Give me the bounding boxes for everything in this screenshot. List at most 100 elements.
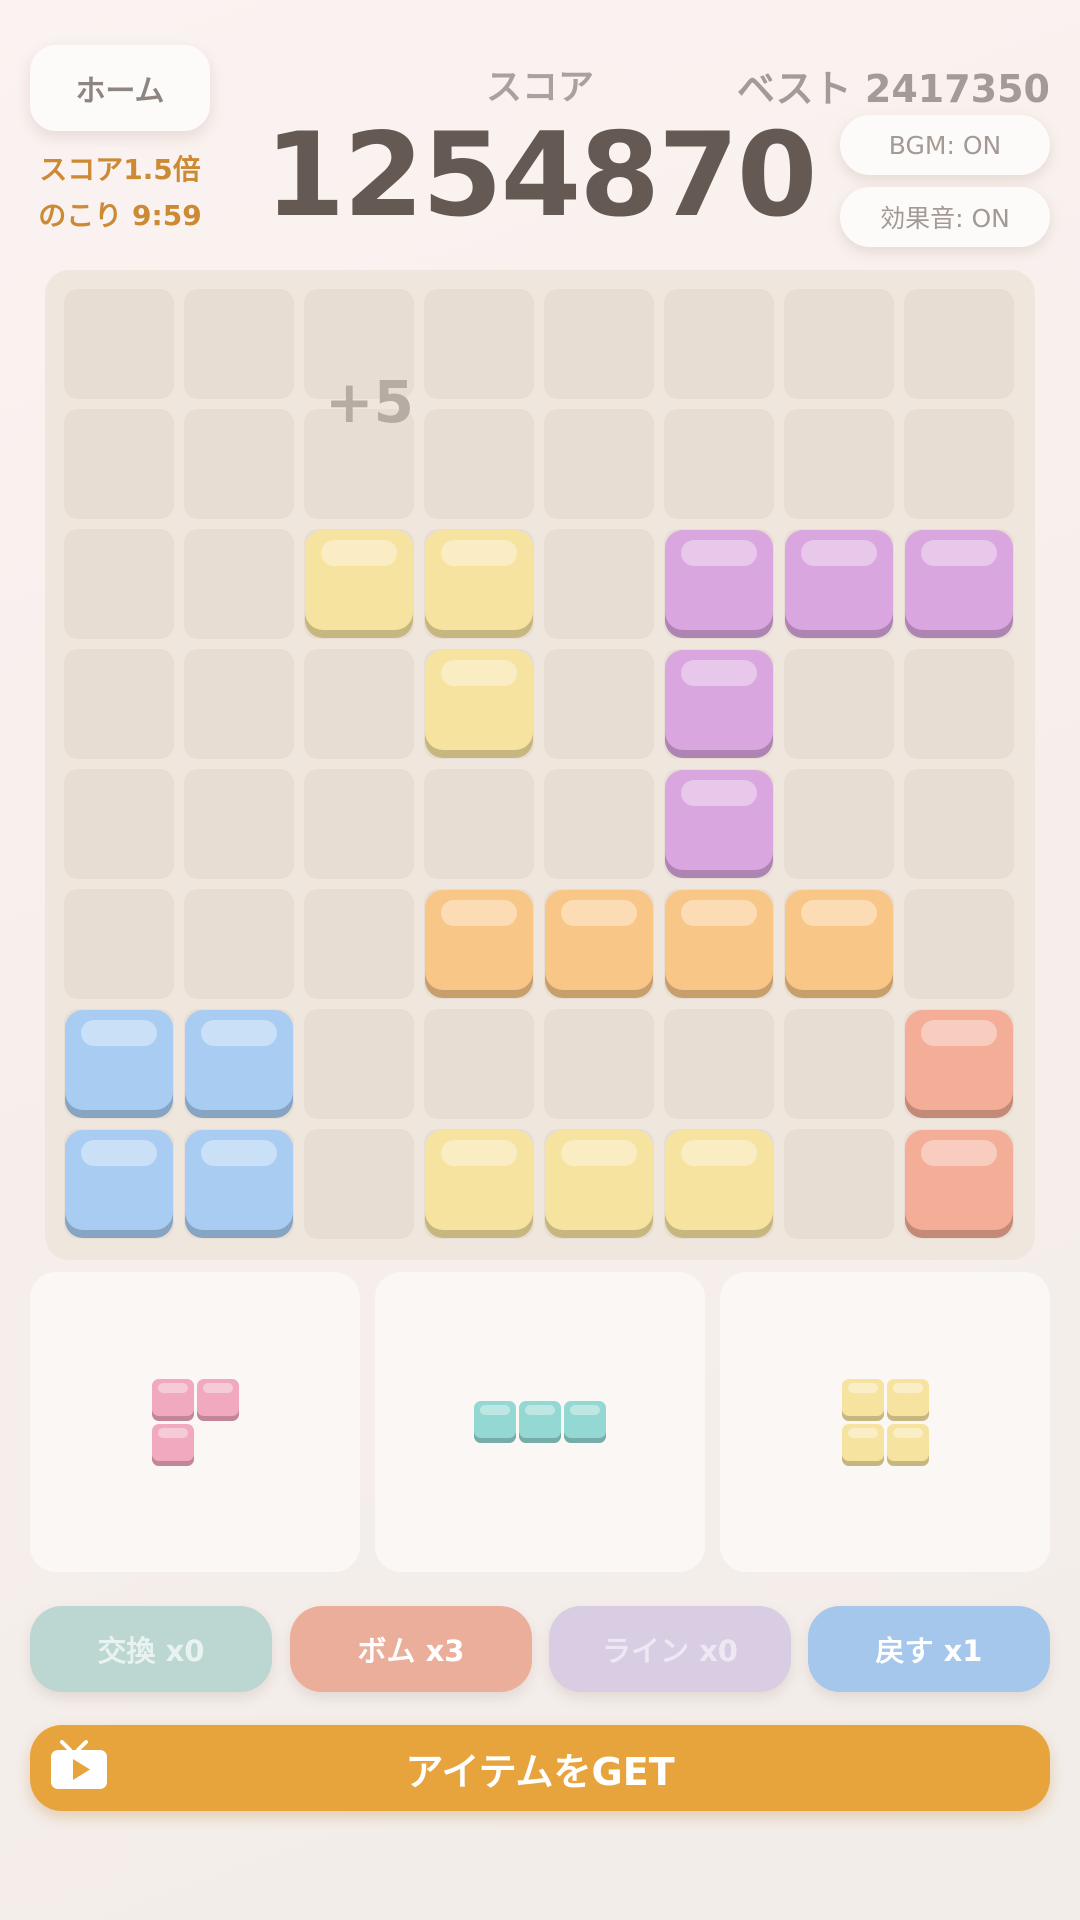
board-cell[interactable]	[784, 1129, 894, 1239]
placed-block-purple	[665, 530, 773, 638]
placed-block-purple	[665, 650, 773, 758]
board-cell[interactable]	[664, 409, 774, 519]
board-cell[interactable]	[544, 529, 654, 639]
block-highlight	[681, 540, 757, 566]
board-cell[interactable]	[424, 289, 534, 399]
block-highlight	[441, 660, 517, 686]
board-cell[interactable]	[904, 289, 1014, 399]
placed-block-yellow	[545, 1130, 653, 1238]
placed-block-salmon	[905, 1010, 1013, 1118]
piece-tray-2[interactable]	[375, 1272, 705, 1572]
get-item-button[interactable]: アイテムをGET	[30, 1725, 1050, 1811]
board-cell[interactable]	[64, 529, 174, 639]
block-highlight	[681, 1140, 757, 1166]
block-highlight	[801, 900, 877, 926]
board-cell[interactable]	[544, 409, 654, 519]
board-cell[interactable]	[664, 289, 774, 399]
board-cell[interactable]	[544, 649, 654, 759]
tv-play-icon	[51, 1740, 107, 1789]
block-highlight	[892, 1382, 923, 1393]
board-cell[interactable]	[664, 1009, 774, 1119]
game-board[interactable]	[45, 270, 1035, 1260]
board-cell[interactable]	[544, 289, 654, 399]
floating-score-popup: +5	[325, 368, 414, 436]
board-cell[interactable]	[184, 769, 294, 879]
board-cell[interactable]	[184, 649, 294, 759]
piece-3-cell[interactable]	[841, 1378, 884, 1421]
block-highlight	[681, 780, 757, 806]
bomb-button[interactable]: ボム x3	[290, 1606, 532, 1692]
board-cell[interactable]	[784, 1009, 894, 1119]
piece-2-cell[interactable]	[564, 1401, 606, 1443]
block-highlight	[801, 540, 877, 566]
board-cell[interactable]	[784, 409, 894, 519]
board-cell[interactable]	[424, 1009, 534, 1119]
piece-2-cell[interactable]	[474, 1401, 516, 1443]
line-button[interactable]: ライン x0	[549, 1606, 791, 1692]
placed-block-salmon	[905, 1130, 1013, 1238]
board-cell[interactable]	[904, 889, 1014, 999]
piece-3-cell[interactable]	[886, 1423, 929, 1466]
block-highlight	[480, 1405, 510, 1415]
board-cell[interactable]	[304, 1129, 414, 1239]
block-highlight	[441, 1140, 517, 1166]
board-cell[interactable]	[184, 289, 294, 399]
best-score: ベスト 2417350	[736, 67, 1050, 111]
piece-tray-3[interactable]	[720, 1272, 1050, 1572]
board-cell[interactable]	[304, 649, 414, 759]
board-cell[interactable]	[304, 769, 414, 879]
piece-tray-1[interactable]	[30, 1272, 360, 1572]
board-cell[interactable]	[784, 649, 894, 759]
placed-block-blue	[65, 1130, 173, 1238]
block-highlight	[921, 1020, 997, 1046]
placed-block-yellow	[425, 1130, 533, 1238]
block-highlight	[157, 1382, 188, 1393]
board-cell[interactable]	[544, 769, 654, 879]
block-highlight	[157, 1427, 188, 1438]
board-cell[interactable]	[424, 769, 534, 879]
placed-block-blue	[185, 1130, 293, 1238]
piece-1-cell[interactable]	[151, 1423, 194, 1466]
board-cell[interactable]	[64, 409, 174, 519]
board-cell[interactable]	[64, 769, 174, 879]
placed-block-orange	[425, 890, 533, 998]
block-highlight	[847, 1427, 878, 1438]
placed-block-purple	[785, 530, 893, 638]
undo-button[interactable]: 戻す x1	[808, 1606, 1050, 1692]
sound-effects-toggle[interactable]: 効果音: ON	[840, 187, 1050, 247]
block-highlight	[441, 900, 517, 926]
placed-block-orange	[665, 890, 773, 998]
block-highlight	[921, 540, 997, 566]
board-cell[interactable]	[424, 409, 534, 519]
board-cell[interactable]	[184, 529, 294, 639]
placed-block-yellow	[425, 530, 533, 638]
block-highlight	[681, 900, 757, 926]
board-cell[interactable]	[64, 289, 174, 399]
board-cell[interactable]	[784, 769, 894, 879]
piece-1-cell[interactable]	[151, 1378, 194, 1421]
board-cell[interactable]	[784, 289, 894, 399]
board-cell[interactable]	[64, 889, 174, 999]
board-cell[interactable]	[184, 889, 294, 999]
board-cell[interactable]	[184, 409, 294, 519]
bgm-toggle[interactable]: BGM: ON	[840, 115, 1050, 175]
block-highlight	[570, 1405, 600, 1415]
board-cell[interactable]	[904, 649, 1014, 759]
placed-block-yellow	[305, 530, 413, 638]
placed-block-yellow	[425, 650, 533, 758]
board-cell[interactable]	[904, 769, 1014, 879]
board-cell[interactable]	[544, 1009, 654, 1119]
board-cell[interactable]	[304, 889, 414, 999]
board-cell[interactable]	[64, 649, 174, 759]
piece-1-cell[interactable]	[196, 1378, 239, 1421]
piece-3-cell[interactable]	[841, 1423, 884, 1466]
swap-button[interactable]: 交換 x0	[30, 1606, 272, 1692]
placed-block-orange	[545, 890, 653, 998]
placed-block-purple	[665, 770, 773, 878]
piece-2-cell[interactable]	[519, 1401, 561, 1443]
piece-3-cell[interactable]	[886, 1378, 929, 1421]
board-cell[interactable]	[304, 1009, 414, 1119]
block-highlight	[921, 1140, 997, 1166]
block-highlight	[321, 540, 397, 566]
board-cell[interactable]	[904, 409, 1014, 519]
